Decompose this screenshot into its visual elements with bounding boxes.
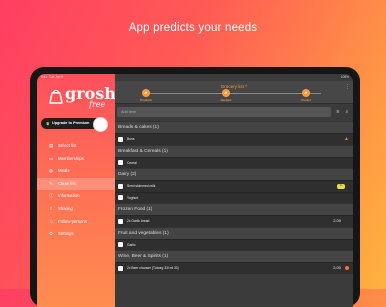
- item-name: Yoghurt: [127, 195, 139, 200]
- item-checkbox[interactable]: [118, 136, 123, 142]
- clean-icon: ✎: [49, 180, 53, 186]
- item-checkbox[interactable]: [118, 242, 123, 247]
- item-name: Semi skimmed milk: [127, 184, 156, 188]
- cart-icon: ●: [142, 89, 150, 97]
- sidebar: grosh free ♛ Upgrade to Premium ▤ Select …: [37, 74, 116, 307]
- tablet-device: 9:41 Tue Jan 9 100% grosh free ♛ Upgrade…: [30, 67, 360, 307]
- card-icon: ▭: [49, 155, 54, 161]
- category-header[interactable]: Dairy (2): [115, 168, 353, 180]
- sidebar-item-label: Settings: [58, 231, 74, 237]
- sidebar-item-label: Sharing: [58, 205, 73, 211]
- sidebar-item-memberships[interactable]: ▭ Memberships: [37, 153, 115, 166]
- category-header[interactable]: Breads & cakes (1): [115, 121, 353, 133]
- list-item[interactable]: 2x Beer chooser (Tuborg 33l ml 33) 2,00: [115, 262, 353, 274]
- headline: App predicts your needs: [128, 22, 258, 34]
- sidebar-item-select-list[interactable]: ▤ Select list: [37, 140, 115, 153]
- more-menu-icon[interactable]: ⋮: [345, 85, 350, 90]
- tab-predict-label: Predict: [301, 98, 311, 102]
- tab-products[interactable]: ● Products: [131, 89, 161, 102]
- info-icon: ⓘ: [49, 193, 54, 199]
- sidebar-item-follow-persons[interactable]: ☺ Follow persons: [37, 216, 115, 229]
- logo-sub: free: [89, 100, 106, 109]
- avatar[interactable]: [93, 117, 108, 132]
- shopping-bag-icon: [49, 89, 63, 104]
- status-battery: 100%: [340, 75, 349, 79]
- item-name: 2x Garlic bread: [127, 219, 150, 223]
- sidebar-item-sharing[interactable]: ⇪ Sharing: [37, 203, 115, 216]
- sidebar-item-label: Clean list: [58, 180, 76, 186]
- warning-icon: ▲: [344, 136, 349, 142]
- list-item[interactable]: Yoghurt: [115, 191, 353, 203]
- item-name: Garlic: [127, 242, 136, 247]
- top-bar: Grocery list ^ ⋮ ● Products ● Recipes ● …: [115, 81, 353, 104]
- upgrade-premium-button[interactable]: ♛ Upgrade to Premium: [41, 117, 108, 132]
- predict-icon: ●: [302, 89, 310, 97]
- item-price: 2,00: [333, 218, 341, 223]
- list-options-icon[interactable]: ≡: [335, 109, 341, 115]
- quantity-badge: 1L: [337, 184, 345, 189]
- item-price: 2,00: [333, 265, 341, 270]
- tab-predict[interactable]: ● Predict: [291, 89, 321, 102]
- item-checkbox[interactable]: [118, 160, 123, 165]
- share-icon: ⇪: [49, 205, 53, 211]
- category-header[interactable]: Wine, Beer & Spirits (1): [115, 250, 353, 262]
- follow-icon: ☺: [49, 218, 54, 224]
- item-checkbox[interactable]: [118, 218, 123, 224]
- sidebar-item-label: Memberships: [58, 155, 84, 161]
- category-header[interactable]: Fruit and vegetables (1): [115, 226, 353, 239]
- sidebar-item-information[interactable]: ⓘ Information: [37, 190, 115, 203]
- sidebar-item-settings[interactable]: ⚙ Settings: [37, 228, 115, 241]
- category-header[interactable]: Frozen Food (1): [115, 203, 353, 215]
- sidebar-item-label: Select list: [58, 143, 77, 148]
- status-bar: 9:41 Tue Jan 9 100%: [37, 74, 353, 81]
- item-checkbox[interactable]: [118, 265, 123, 271]
- upgrade-premium-label: Upgrade to Premium: [52, 121, 90, 125]
- search-icon[interactable]: ⌕: [344, 109, 350, 115]
- add-item-input[interactable]: Add item: [117, 107, 331, 117]
- sidebar-item-label: Follow persons: [58, 218, 87, 224]
- tablet-screen: 9:41 Tue Jan 9 100% grosh free ♛ Upgrade…: [37, 74, 353, 307]
- item-checkbox[interactable]: [118, 183, 123, 189]
- category-header[interactable]: Breakfast & Cereals (1): [115, 144, 353, 157]
- list-icon: ▤: [49, 143, 54, 148]
- tab-products-label: Products: [140, 98, 152, 102]
- recipe-icon: ●: [222, 89, 230, 97]
- search-row: Add item ≡ ⌕: [115, 104, 353, 120]
- list-item[interactable]: Buns ▲: [115, 133, 353, 145]
- sidebar-nav: ▤ Select list ▭ Memberships ◍ Meals ✎ Clean lis…: [37, 140, 115, 241]
- list-item[interactable]: Garlic: [115, 238, 353, 250]
- item-name: Buns: [127, 137, 135, 141]
- list-item[interactable]: Cereal: [115, 156, 353, 168]
- status-time: 9:41: [41, 75, 48, 79]
- grocery-list: Breads & cakes (1) Buns ▲ Breakfast & Cerea…: [115, 121, 353, 307]
- tab-recipes[interactable]: ● Recipes: [211, 89, 241, 102]
- item-name: Cereal: [127, 160, 137, 165]
- crown-icon: ♛: [46, 121, 50, 126]
- sidebar-item-meals[interactable]: ◍ Meals: [37, 165, 115, 178]
- gear-icon: ⚙: [49, 231, 54, 237]
- item-checkbox[interactable]: [118, 195, 123, 200]
- list-item[interactable]: Semi skimmed milk 1L: [115, 180, 353, 192]
- tab-recipes-label: Recipes: [220, 98, 232, 102]
- main-panel: Grocery list ^ ⋮ ● Products ● Recipes ● …: [115, 74, 353, 307]
- app-logo: grosh free: [49, 82, 116, 112]
- sidebar-item-label: Information: [58, 193, 80, 199]
- sidebar-item-label: Meals: [58, 168, 70, 174]
- list-item[interactable]: 2x Garlic bread 2,00: [115, 215, 353, 227]
- status-date: Tue Jan 9: [49, 75, 64, 79]
- meal-icon: ◍: [49, 168, 54, 174]
- item-name: 2x Beer chooser (Tuborg 33l ml 33): [127, 266, 179, 270]
- sidebar-item-clean-list[interactable]: ✎ Clean list: [37, 177, 115, 191]
- alert-dot-icon: [345, 266, 349, 270]
